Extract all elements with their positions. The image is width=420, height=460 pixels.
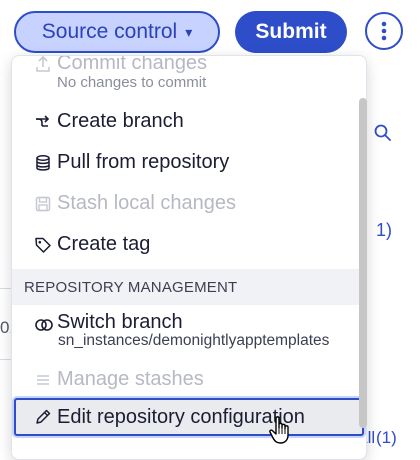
menu-item-label: Pull from repository (57, 151, 230, 173)
submit-button[interactable]: Submit (235, 11, 347, 53)
branch-icon (34, 112, 54, 132)
menu-item-label: Edit repository configuration (57, 405, 305, 428)
commit-icon (34, 56, 54, 74)
background-count: 1) (376, 220, 393, 240)
menu-item-commit-changes: Commit changes No changes to commit (12, 55, 364, 94)
menu-item-sublabel: No changes to commit (57, 74, 207, 91)
search-icon[interactable] (374, 124, 392, 142)
pencil-icon (34, 407, 54, 427)
vertical-ellipsis-icon (381, 21, 387, 41)
switch-branch-icon (34, 313, 54, 333)
list-icon (34, 370, 54, 390)
menu-item-label: Switch branch (57, 311, 183, 333)
menu-item-label: Manage stashes (57, 368, 204, 390)
database-icon (34, 153, 54, 173)
menu-item-label: Stash local changes (57, 192, 237, 214)
save-icon (34, 194, 54, 214)
source-control-button[interactable]: Source control ▾ (14, 11, 220, 53)
menu-item-pull-from-repository[interactable]: Pull from repository (12, 142, 364, 183)
menu-item-label: Create tag (57, 233, 151, 255)
more-options-button[interactable] (365, 12, 403, 50)
caret-down-icon: ▾ (185, 24, 193, 40)
menu-item-label: Create branch (57, 110, 184, 132)
toolbar: Source control ▾ Submit (0, 0, 420, 60)
menu-scrollbar-thumb[interactable] (359, 98, 367, 428)
menu-item-switch-branch[interactable]: Switch branch sn_instances/demonightlyap… (12, 309, 364, 357)
menu-item-label: Commit changes (57, 55, 208, 74)
menu-item-edit-repository-configuration[interactable]: Edit repository configuration (14, 398, 364, 436)
menu-item-create-branch[interactable]: Create branch (12, 101, 364, 142)
menu-item-create-tag[interactable]: Create tag (12, 224, 364, 265)
current-branch-path: sn_instances/demonightlyapptemplates (58, 332, 330, 349)
section-header-repository-management: REPOSITORY MANAGEMENT (12, 269, 366, 305)
menu-item-manage-stashes: Manage stashes (12, 359, 364, 400)
see-all-count: (1) (376, 428, 397, 447)
source-control-menu: Commit changes No changes to commit Crea… (11, 55, 367, 460)
menu-item-stash-local-changes: Stash local changes (12, 183, 364, 224)
source-control-label: Source control (41, 20, 178, 43)
tag-icon (34, 235, 54, 255)
